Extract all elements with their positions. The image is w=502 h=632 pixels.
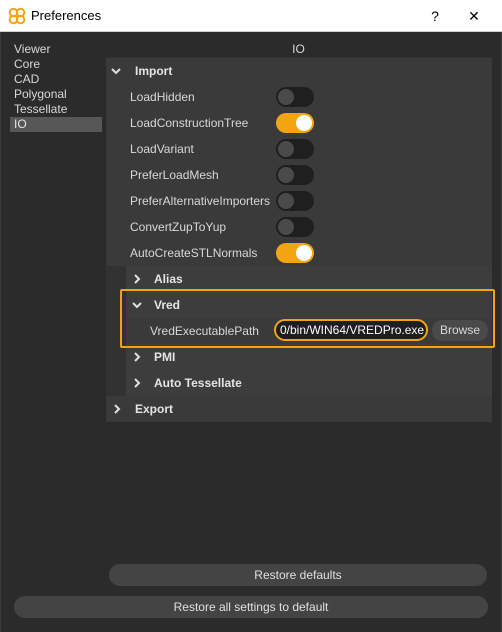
auto-tessellate-section-header[interactable]: Auto Tessellate (126, 370, 492, 396)
io-settings-panel: Import LoadHidden LoadConstructionTree L… (106, 57, 492, 422)
loadhidden-toggle[interactable] (276, 87, 314, 107)
import-section-label: Import (135, 64, 173, 78)
option-row-loadhidden: LoadHidden (106, 84, 492, 110)
chevron-down-icon (111, 68, 121, 75)
option-row-convertzuptoyup: ConvertZupToYup (106, 214, 492, 240)
nav-item-viewer[interactable]: Viewer (10, 42, 102, 57)
browse-button[interactable]: Browse (432, 320, 488, 341)
toggle-knob (278, 219, 294, 235)
option-label: ConvertZupToYup (130, 220, 227, 234)
nav-item-tessellate[interactable]: Tessellate (10, 102, 102, 117)
chevron-right-icon (134, 274, 141, 284)
nav-item-polygonal[interactable]: Polygonal (10, 87, 102, 102)
loadvariant-toggle[interactable] (276, 139, 314, 159)
export-section-label: Export (135, 402, 174, 416)
option-label: AutoCreateSTLNormals (130, 246, 258, 260)
toggle-knob (296, 115, 312, 131)
chevron-right-icon (134, 352, 141, 362)
auto-tessellate-section-label: Auto Tessellate (154, 376, 242, 390)
loadconstructiontree-toggle[interactable] (276, 113, 314, 133)
option-row-preferalternativeimporters: PreferAlternativeImporters (106, 188, 492, 214)
export-section-header[interactable]: Export (106, 396, 492, 422)
category-list: Viewer Core CAD Polygonal Tessellate IO (10, 42, 102, 132)
nav-item-io[interactable]: IO (10, 117, 102, 132)
toggle-knob (278, 167, 294, 183)
window-left-edge (0, 32, 1, 632)
title-bar: Preferences ? ✕ (0, 0, 502, 32)
alias-section-label: Alias (154, 272, 183, 286)
preferloadmesh-toggle[interactable] (276, 165, 314, 185)
option-row-loadconstructiontree: LoadConstructionTree (106, 110, 492, 136)
toggle-knob (278, 89, 294, 105)
autocreatestlnormals-toggle[interactable] (276, 243, 314, 263)
nav-item-cad[interactable]: CAD (10, 72, 102, 87)
option-label: LoadHidden (130, 90, 195, 104)
restore-all-settings-button[interactable]: Restore all settings to default (14, 596, 488, 618)
close-button[interactable]: ✕ (462, 4, 486, 28)
option-row-preferloadmesh: PreferLoadMesh (106, 162, 492, 188)
chevron-right-icon (134, 378, 141, 388)
nav-item-core[interactable]: Core (10, 57, 102, 72)
import-section-header[interactable]: Import (106, 58, 492, 84)
restore-defaults-button[interactable]: Restore defaults (109, 564, 487, 586)
option-label: LoadVariant (130, 142, 194, 156)
vred-executable-path-input[interactable]: 0/bin/WIN64/VREDPro.exe (274, 319, 428, 341)
toggle-knob (296, 245, 312, 261)
toggle-knob (278, 141, 294, 157)
convertzuptoyup-toggle[interactable] (276, 217, 314, 237)
toggle-knob (278, 193, 294, 209)
flower-logo-icon (8, 7, 26, 25)
window-title: Preferences (31, 8, 102, 23)
help-button[interactable]: ? (423, 4, 447, 28)
chevron-right-icon (114, 404, 121, 414)
option-label: LoadConstructionTree (130, 116, 249, 130)
preferalternativeimporters-toggle[interactable] (276, 191, 314, 211)
pmi-section-label: PMI (154, 350, 176, 364)
option-label: PreferAlternativeImporters (130, 194, 271, 208)
option-label: PreferLoadMesh (130, 168, 219, 182)
option-row-loadvariant: LoadVariant (106, 136, 492, 162)
panel-title: IO (292, 42, 305, 56)
option-row-autocreatestlnormals: AutoCreateSTLNormals (106, 240, 492, 266)
